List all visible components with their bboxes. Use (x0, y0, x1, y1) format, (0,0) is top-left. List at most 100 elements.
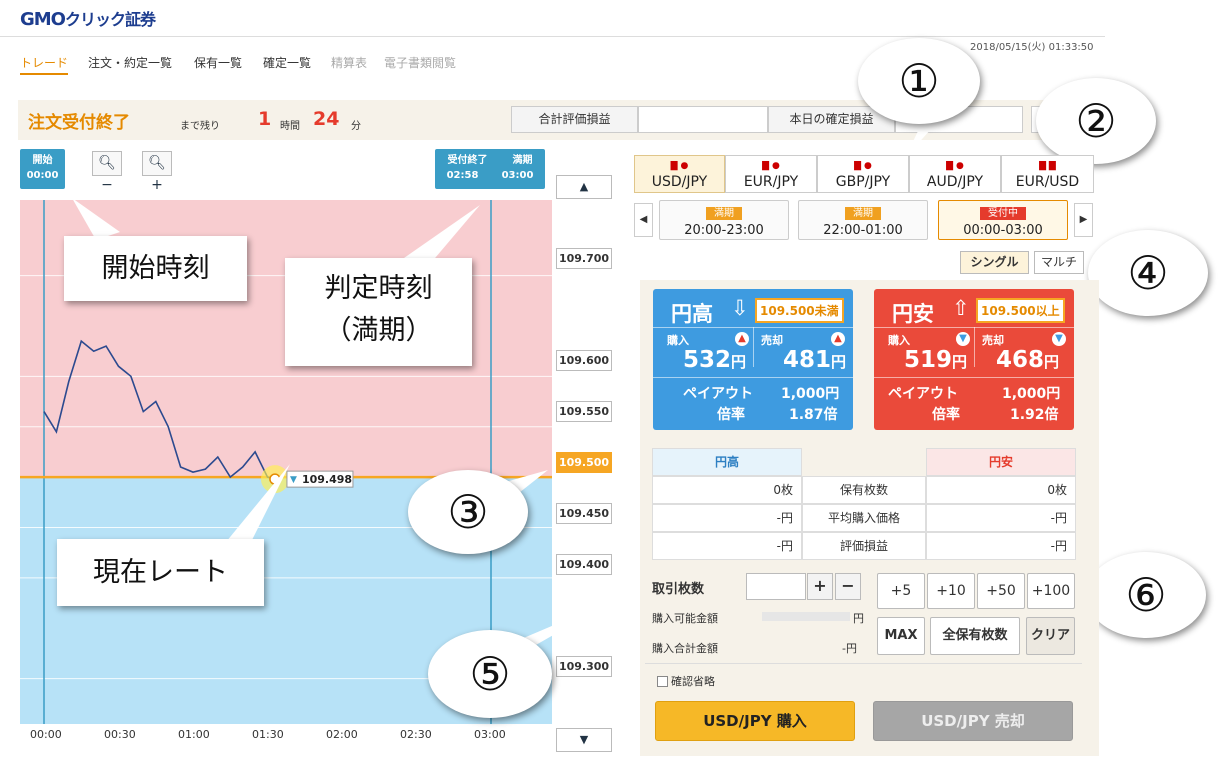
buy-label: 購入 (667, 334, 689, 347)
schedule-status: 満期 (706, 207, 742, 220)
eu-jp-flag-icon: ▇ ● (762, 161, 780, 171)
pair-tab-eur-jpy[interactable]: ▇ ● EUR/JPY (725, 155, 817, 193)
holdings-row-label: 評価損益 (802, 532, 926, 560)
schedule-slot[interactable]: 満期 20:00-23:00 (659, 200, 789, 240)
sell-order-button[interactable]: USD/JPY 売却 (873, 701, 1073, 741)
pair-tab-eur-usd[interactable]: ▇ ▇ EUR/USD (1001, 155, 1094, 193)
payout-label: ペイアウト (683, 386, 753, 402)
quick-add-100-button[interactable]: +100 (1027, 573, 1075, 609)
pair-tab-aud-jpy[interactable]: ▇ ● AUD/JPY (909, 155, 1001, 193)
pair-tab-label: AUD/JPY (926, 174, 984, 190)
arrow-down-outline-icon: ⇩ (731, 296, 749, 320)
buy-label: 購入 (888, 334, 910, 347)
mode-single-tab[interactable]: シングル (960, 251, 1029, 274)
card-title: 円安 (892, 302, 934, 326)
triangle-up-icon: ▲ (735, 332, 749, 346)
buy-price: 519円 (904, 347, 968, 373)
available-amount-label: 購入可能金額 (652, 612, 718, 625)
callout-number-3: ③ (408, 470, 528, 554)
schedule-slot-selected[interactable]: 受付中 00:00-03:00 (938, 200, 1068, 240)
schedule-time: 22:00-01:00 (823, 223, 903, 238)
schedule-next-button[interactable]: ▶ (1074, 203, 1093, 237)
available-amount-unit: 円 (853, 612, 864, 625)
quantity-label: 取引枚数 (652, 582, 705, 597)
pair-tab-usd-jpy[interactable]: ▇ ● USD/JPY (634, 155, 725, 193)
buy-order-button[interactable]: USD/JPY 購入 (655, 701, 855, 741)
sell-price: 468円 (996, 347, 1060, 373)
payout-value: 1,000円 (781, 386, 840, 402)
holdings-down-value: -円 (926, 532, 1076, 560)
total-amount-label: 購入合計金額 (652, 642, 718, 655)
skip-confirm-label: 確認省略 (671, 675, 715, 688)
callout-judge-line2: （満期） (324, 315, 433, 346)
rate-label: 倍率 (717, 407, 745, 423)
schedule-time: 20:00-23:00 (684, 223, 764, 238)
arrow-up-outline-icon: ⇧ (952, 296, 970, 320)
gb-jp-flag-icon: ▇ ● (854, 161, 872, 171)
holdings-up-value: 0枚 (652, 476, 802, 504)
holdings-down-header: 円安 (926, 448, 1076, 476)
chevron-right-icon: ▶ (1079, 214, 1088, 225)
chevron-left-icon: ◀ (639, 214, 648, 225)
quick-add-5-button[interactable]: +5 (877, 573, 925, 609)
quick-add-50-button[interactable]: +50 (977, 573, 1025, 609)
quick-add-10-button[interactable]: +10 (927, 573, 975, 609)
callout-start-time: 開始時刻 (64, 236, 247, 301)
callout-number-1: ① (858, 38, 980, 124)
callout-number-5: ⑤ (428, 630, 552, 718)
pair-tab-label: EUR/JPY (743, 174, 799, 190)
schedule-time: 00:00-03:00 (963, 223, 1043, 238)
clear-button[interactable]: クリア (1026, 617, 1075, 655)
schedule-status: 満期 (845, 207, 881, 220)
all-holdings-button[interactable]: 全保有枚数 (930, 617, 1020, 655)
pair-tab-label: USD/JPY (651, 174, 708, 190)
rate-label: 倍率 (932, 407, 960, 423)
available-amount-value (762, 612, 850, 621)
holdings-up-value: -円 (652, 532, 802, 560)
payout-label: ペイアウト (888, 386, 958, 402)
callout-current-rate: 現在レート (57, 539, 264, 606)
total-amount-value: -円 (842, 642, 857, 655)
order-divider (645, 663, 1082, 664)
schedule-status: 受付中 (980, 207, 1026, 220)
yen-down-card[interactable]: 円安 ⇧ 109.500以上 購入 ▼ 519円 売却 ▼ 468円 ペイアウト… (874, 289, 1074, 430)
holdings-up-header: 円高 (652, 448, 802, 476)
callout-number-6: ⑥ (1086, 552, 1206, 638)
rate-value: 1.87倍 (789, 407, 838, 423)
holdings-row-label: 保有枚数 (802, 476, 926, 504)
us-jp-flag-icon: ▇ ● (670, 161, 689, 171)
rate-value: 1.92倍 (1010, 407, 1059, 423)
card-threshold: 109.500未満 (755, 298, 844, 323)
eu-us-flag-icon: ▇ ▇ (1039, 161, 1056, 171)
sell-label: 売却 (982, 334, 1004, 347)
pair-tab-gbp-jpy[interactable]: ▇ ● GBP/JPY (817, 155, 909, 193)
callout-number-4: ④ (1088, 230, 1208, 316)
triangle-down-icon: ▼ (956, 332, 970, 346)
payout-value: 1,000円 (1002, 386, 1061, 402)
holdings-row-label: 平均購入価格 (802, 504, 926, 532)
quantity-input[interactable] (746, 573, 806, 600)
schedule-slot[interactable]: 満期 22:00-01:00 (798, 200, 928, 240)
yen-up-card[interactable]: 円高 ⇩ 109.500未満 購入 ▲ 532円 売却 ▲ 481円 ペイアウト… (653, 289, 853, 430)
holdings-down-value: -円 (926, 504, 1076, 532)
au-jp-flag-icon: ▇ ● (946, 161, 964, 171)
sell-label: 売却 (761, 334, 783, 347)
skip-confirm-checkbox[interactable] (657, 676, 668, 687)
callout-judge-time: 判定時刻 （満期） (285, 258, 472, 366)
callout-number-2: ② (1036, 78, 1156, 164)
quantity-plus-button[interactable]: + (807, 573, 833, 600)
pair-tab-label: GBP/JPY (835, 174, 891, 190)
pair-tab-label: EUR/USD (1015, 174, 1080, 190)
max-button[interactable]: MAX (877, 617, 925, 655)
schedule-prev-button[interactable]: ◀ (634, 203, 653, 237)
holdings-up-value: -円 (652, 504, 802, 532)
holdings-down-value: 0枚 (926, 476, 1076, 504)
quantity-minus-button[interactable]: − (835, 573, 861, 600)
card-title: 円高 (671, 302, 713, 326)
sell-price: 481円 (783, 347, 847, 373)
card-threshold: 109.500以上 (976, 298, 1065, 323)
mode-multi-tab[interactable]: マルチ (1034, 251, 1084, 274)
triangle-down-icon: ▼ (1052, 332, 1066, 346)
buy-price: 532円 (683, 347, 747, 373)
triangle-up-icon: ▲ (831, 332, 845, 346)
